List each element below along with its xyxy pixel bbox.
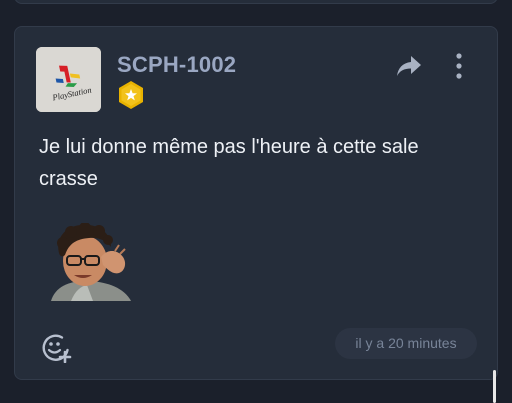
previous-post-card <box>14 0 498 4</box>
more-vertical-icon[interactable] <box>454 53 464 79</box>
share-arrow-icon[interactable] <box>396 55 422 77</box>
add-reaction-icon[interactable] <box>40 331 72 363</box>
post-card: PlayStation SCPH-1002 Je lui donne même … <box>14 26 498 380</box>
post-timestamp: il y a 20 minutes <box>335 328 477 359</box>
star-hexagon-badge-icon <box>119 81 143 109</box>
author-avatar[interactable]: PlayStation <box>36 47 101 112</box>
scrollbar-thumb[interactable] <box>493 370 496 403</box>
post-message: Je lui donne même pas l'heure à cette sa… <box>39 136 419 190</box>
author-name[interactable]: SCPH-1002 <box>117 52 236 78</box>
playstation-logo-icon: PlayStation <box>36 47 101 112</box>
meme-sticker <box>51 223 131 301</box>
